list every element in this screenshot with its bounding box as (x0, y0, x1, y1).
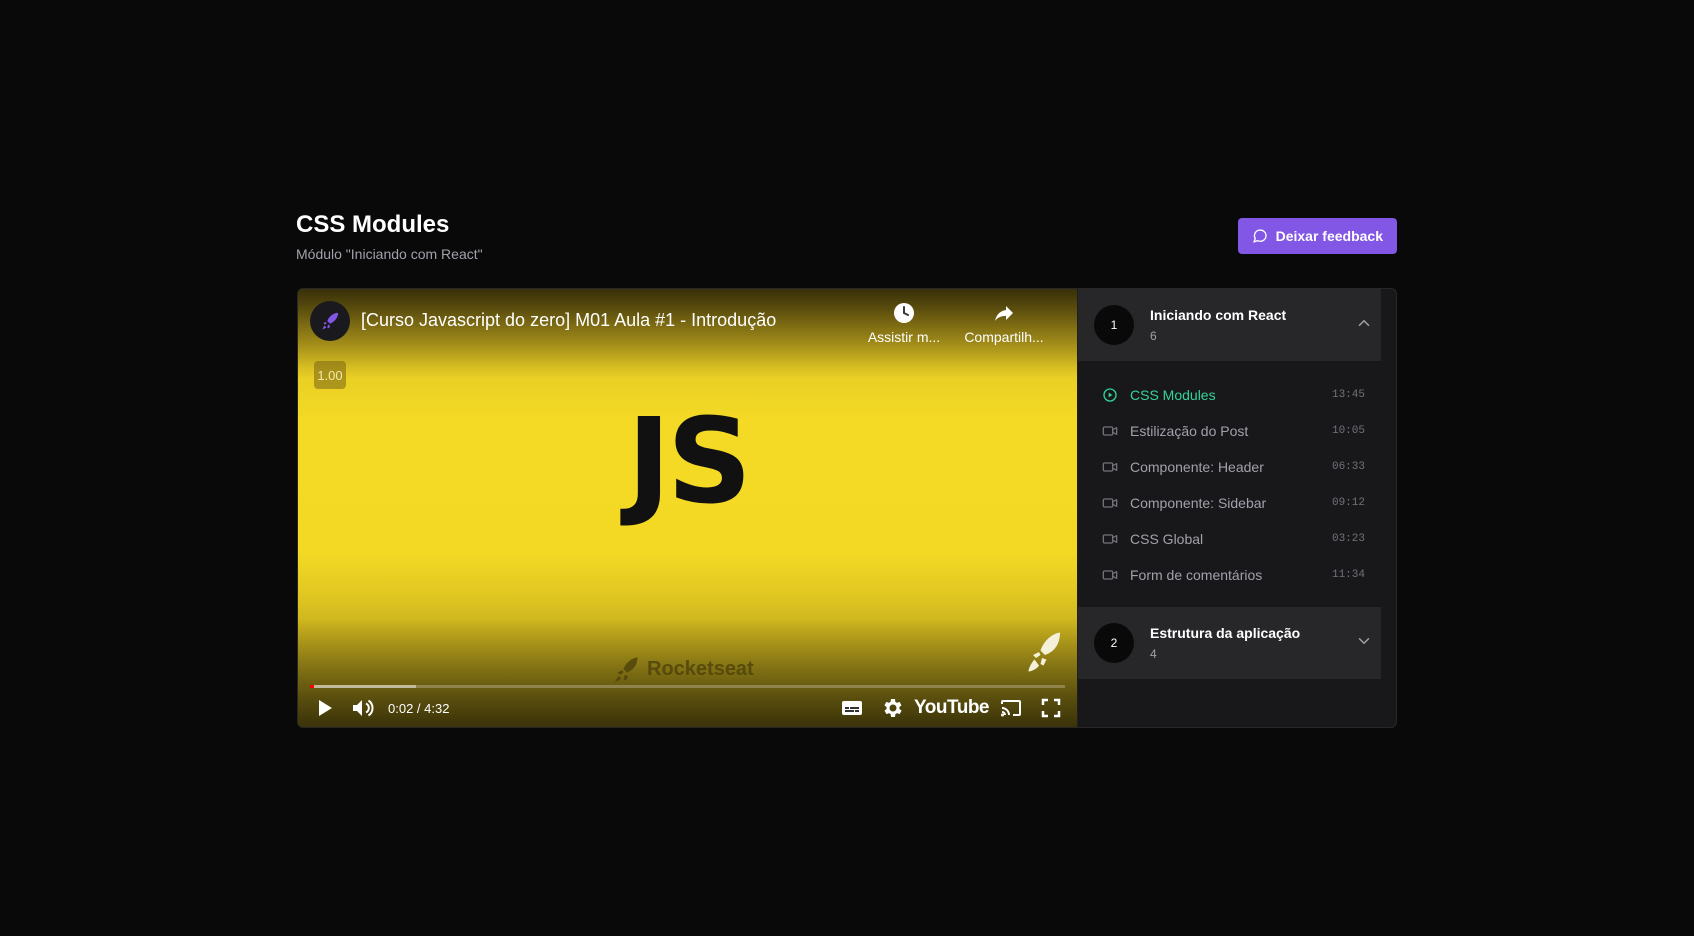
feedback-button[interactable]: Deixar feedback (1237, 218, 1397, 254)
lesson-item[interactable]: CSS Modules 13:45 (1102, 385, 1365, 405)
lesson-title: Form de comentários (1130, 567, 1263, 583)
lesson-item[interactable]: Componente: Sidebar 09:12 (1102, 493, 1365, 513)
video-player[interactable]: JS [Curso Javascript do zero] M01 Aula #… (298, 289, 1077, 727)
video-time: 0:02 / 4:32 (388, 700, 450, 716)
play-circle-icon (1103, 388, 1117, 402)
lesson-list: CSS Modules 13:45 Estilização do Post 10… (1078, 361, 1389, 607)
video-camera-icon (1102, 426, 1118, 436)
playback-speed-badge[interactable]: 1.00 (314, 361, 346, 389)
lesson-title: CSS Global (1130, 531, 1204, 547)
lesson-duration: 11:34 (1331, 569, 1365, 581)
brand-watermark-text: Rocketseat (647, 657, 754, 680)
play-button[interactable] (312, 696, 336, 720)
chat-bubble-icon (1252, 229, 1267, 243)
lesson-duration: 10:05 (1331, 425, 1365, 437)
share-button[interactable]: Compartilh... (962, 301, 1046, 345)
module-number: 2 (1094, 623, 1134, 663)
lesson-title: CSS Modules (1130, 387, 1216, 403)
lesson-item[interactable]: Estilização do Post 10:05 (1102, 421, 1365, 441)
channel-watermark-icon[interactable] (1027, 631, 1063, 673)
video-camera-icon (1102, 462, 1118, 472)
lesson-duration: 03:23 (1331, 533, 1365, 545)
module-header-2[interactable]: 2 Estrutura da aplicação 4 (1078, 607, 1389, 679)
clock-icon (894, 303, 914, 323)
watch-later-label: Assistir m... (867, 329, 941, 345)
lesson-main: JS [Curso Javascript do zero] M01 Aula #… (297, 288, 1397, 728)
lesson-title: Componente: Sidebar (1130, 495, 1267, 511)
video-camera-icon (1102, 498, 1118, 508)
cast-button[interactable] (999, 696, 1023, 720)
video-top-shade (298, 289, 1077, 379)
play-icon (319, 700, 332, 716)
module-number: 1 (1094, 305, 1134, 345)
module-lesson-count: 6 (1150, 329, 1157, 343)
fullscreen-icon (1041, 698, 1061, 718)
watch-later-button[interactable]: Assistir m... (862, 301, 946, 345)
module-subtitle: Módulo "Iniciando com React" (296, 246, 483, 262)
lesson-duration: 09:12 (1331, 497, 1365, 509)
video-controls: 0:02 / 4:32 YouTube (298, 687, 1077, 727)
lesson-duration: 06:33 (1331, 461, 1365, 473)
sidebar-scrollbar[interactable] (1381, 289, 1389, 727)
module-title: Estrutura da aplicação (1150, 625, 1301, 641)
js-logo: JS (627, 392, 752, 530)
lesson-title: Estilização do Post (1130, 423, 1249, 439)
lesson-duration: 13:45 (1331, 389, 1365, 401)
cast-icon (1001, 700, 1021, 717)
rocket-icon (322, 312, 339, 330)
module-info: Estrutura da aplicação 4 (1150, 625, 1339, 661)
chevron-down-icon[interactable] (1355, 632, 1373, 655)
fullscreen-button[interactable] (1039, 696, 1063, 720)
module-info: Iniciando com React 6 (1150, 307, 1339, 343)
lesson-header: CSS Modules Módulo "Iniciando com React"… (296, 210, 1397, 262)
lesson-title: Componente: Header (1130, 459, 1264, 475)
lesson-item[interactable]: CSS Global 03:23 (1102, 529, 1365, 549)
settings-button[interactable] (880, 696, 904, 720)
subtitles-button[interactable] (840, 696, 864, 720)
lesson-item[interactable]: Componente: Header 06:33 (1102, 457, 1365, 477)
feedback-button-label: Deixar feedback (1275, 228, 1383, 244)
course-sidebar: 1 Iniciando com React 6 CSS Modules 13:4… (1077, 289, 1389, 727)
video-title[interactable]: [Curso Javascript do zero] M01 Aula #1 -… (361, 310, 776, 331)
rocket-watermark-icon (615, 657, 638, 682)
video-camera-icon (1102, 534, 1118, 544)
module-header-1[interactable]: 1 Iniciando com React 6 (1078, 289, 1389, 361)
gear-icon (884, 699, 902, 717)
module-lesson-count: 4 (1150, 647, 1157, 661)
share-label: Compartilh... (964, 329, 1044, 345)
lesson-item[interactable]: Form de comentários 11:34 (1102, 565, 1365, 585)
page: CSS Modules Módulo "Iniciando com React"… (0, 0, 1694, 936)
volume-icon (353, 699, 374, 717)
share-arrow-icon (995, 306, 1013, 321)
module-title: Iniciando com React (1150, 307, 1287, 323)
channel-avatar[interactable] (310, 301, 350, 341)
youtube-logo-button[interactable]: YouTube (914, 697, 989, 719)
video-camera-icon (1102, 570, 1118, 580)
page-title: CSS Modules (296, 211, 450, 238)
chevron-up-icon[interactable] (1355, 314, 1373, 337)
volume-button[interactable] (350, 696, 374, 720)
subtitles-icon (842, 701, 863, 715)
header-text: CSS Modules Módulo "Iniciando com React" (296, 210, 483, 262)
brand-watermark: Rocketseat (613, 654, 754, 684)
